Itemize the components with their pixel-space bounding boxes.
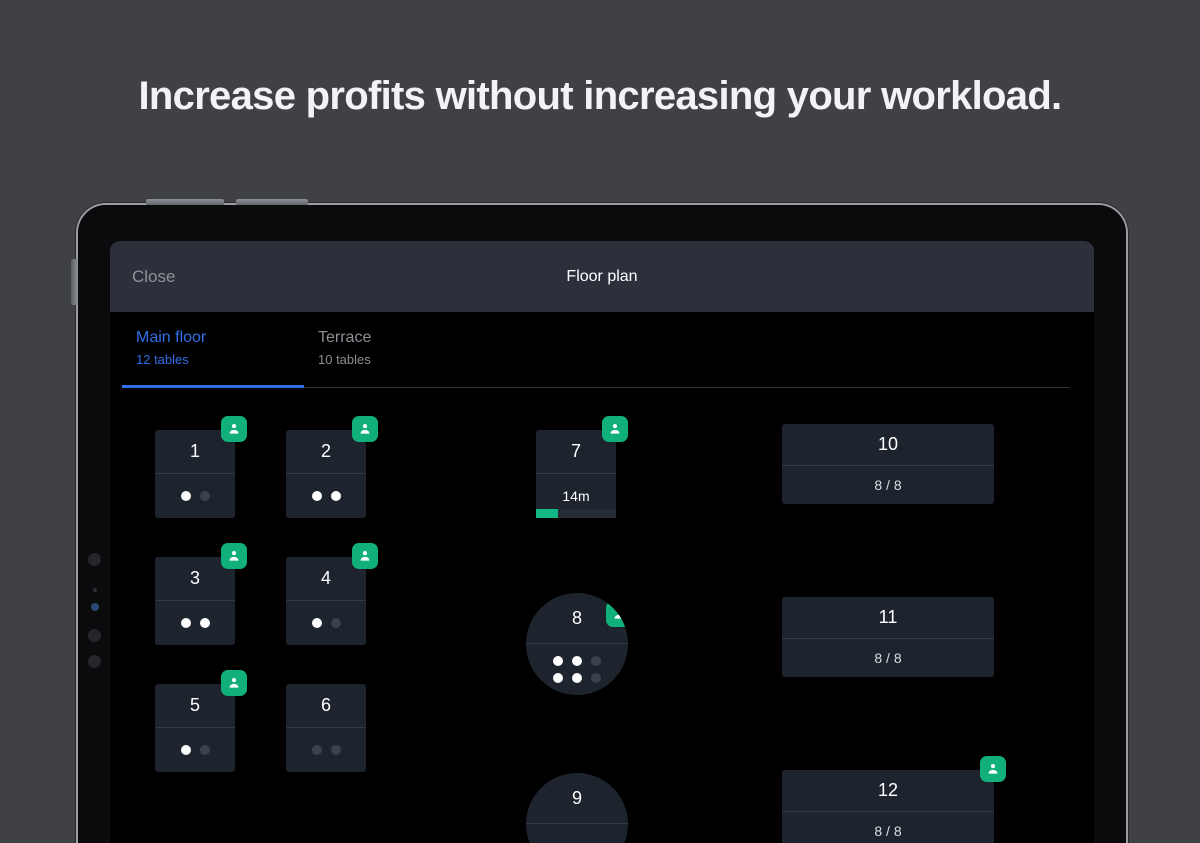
- tablet-bezel: Close Floor plan Main floor 12 tables Te…: [78, 205, 1126, 843]
- table-card-6[interactable]: 6: [286, 684, 366, 772]
- floor-tabs: Main floor 12 tables Terrace 10 tables: [110, 312, 1094, 388]
- tab-terrace-label: Terrace: [318, 329, 372, 346]
- table-status-4: [286, 601, 366, 645]
- table-card-5[interactable]: 5: [155, 670, 247, 772]
- person-icon: [358, 422, 372, 436]
- seat-dot: [330, 491, 341, 501]
- seat-dot: [199, 745, 210, 755]
- page-headline: Increase profits without increasing your…: [138, 74, 1063, 118]
- tablet-device: Close Floor plan Main floor 12 tables Te…: [71, 199, 1128, 843]
- table-status-5: [155, 728, 235, 772]
- table-status-1: [155, 474, 235, 518]
- table-number-11: 11: [782, 597, 994, 639]
- tab-main-floor[interactable]: Main floor 12 tables: [122, 312, 304, 388]
- person-icon: [608, 422, 622, 436]
- camera-secondary-icon: [88, 629, 101, 642]
- seat-dot: [591, 656, 601, 666]
- table-card-1[interactable]: 1: [155, 416, 247, 518]
- occupied-badge-4: [352, 543, 378, 569]
- seat-dot: [311, 618, 322, 628]
- table-card-7[interactable]: 7 14m: [536, 416, 628, 518]
- person-icon: [227, 676, 241, 690]
- person-icon: [358, 549, 372, 563]
- seat-dot: [311, 745, 322, 755]
- table-card-10[interactable]: 10 8 / 8: [782, 424, 994, 504]
- page-title: Floor plan: [566, 267, 638, 285]
- table-card-11[interactable]: 11 8 / 8: [782, 597, 994, 677]
- table-status-6: [286, 728, 366, 772]
- seat-dot: [199, 491, 210, 501]
- table-status-12: 8 / 8: [782, 812, 994, 843]
- seat-dot: [591, 673, 601, 683]
- table-status-10: 8 / 8: [782, 466, 994, 504]
- table-number-12: 12: [782, 770, 994, 812]
- table-status-9: [526, 824, 628, 843]
- seat-dot: [199, 618, 210, 628]
- seat-dot: [572, 673, 582, 683]
- occupied-badge-3: [221, 543, 247, 569]
- seat-dot: [180, 618, 191, 628]
- microphone-icon: [88, 655, 101, 668]
- person-icon: [986, 762, 1000, 776]
- occupied-badge-7: [602, 416, 628, 442]
- table-progress-bar-7: [536, 509, 616, 518]
- tab-terrace[interactable]: Terrace 10 tables: [304, 312, 486, 388]
- table-status-11: 8 / 8: [782, 639, 994, 677]
- seat-count-12: 8 / 8: [874, 823, 902, 839]
- seat-indicators-3: [180, 618, 210, 628]
- seat-indicators-8: [553, 656, 601, 683]
- sensor-icon: [93, 588, 97, 592]
- seat-dot: [330, 745, 341, 755]
- power-button[interactable]: [71, 259, 78, 305]
- table-card-9[interactable]: 9: [526, 773, 628, 843]
- table-status-3: [155, 601, 235, 645]
- person-icon: [227, 422, 241, 436]
- occupied-badge-8: [606, 601, 628, 627]
- camera-icon: [88, 553, 101, 566]
- tab-main-floor-count: 12 tables: [136, 352, 189, 367]
- table-number-9: 9: [526, 773, 628, 824]
- table-number-10: 10: [782, 424, 994, 466]
- table-timer-7: 14m: [562, 488, 590, 504]
- table-card-12[interactable]: 12 8 / 8: [782, 756, 1006, 843]
- tab-main-floor-label: Main floor: [136, 329, 207, 346]
- indicator-light-icon: [91, 603, 99, 611]
- seat-dot: [572, 656, 582, 666]
- app-header: Close Floor plan: [110, 241, 1094, 312]
- table-number-6: 6: [286, 684, 366, 728]
- seat-indicators-6: [311, 745, 341, 755]
- table-status-2: [286, 474, 366, 518]
- table-status-8: [526, 644, 628, 695]
- table-card-3[interactable]: 3: [155, 543, 247, 645]
- table-card-2[interactable]: 2: [286, 416, 378, 518]
- person-icon: [227, 549, 241, 563]
- person-icon: [612, 607, 626, 621]
- seat-dot: [553, 673, 563, 683]
- occupied-badge-12: [980, 756, 1006, 782]
- seat-dot: [330, 618, 341, 628]
- seat-dot: [311, 491, 322, 501]
- seat-dot: [180, 491, 191, 501]
- seat-count-11: 8 / 8: [874, 650, 902, 666]
- table-card-8[interactable]: 8: [526, 593, 628, 695]
- seat-dot: [553, 656, 563, 666]
- seat-indicators-1: [180, 491, 210, 501]
- seat-indicators-4: [311, 618, 341, 628]
- seat-indicators-2: [311, 491, 341, 501]
- occupied-badge-1: [221, 416, 247, 442]
- seat-count-10: 8 / 8: [874, 477, 902, 493]
- occupied-badge-5: [221, 670, 247, 696]
- table-card-4[interactable]: 4: [286, 543, 378, 645]
- seat-indicators-5: [180, 745, 210, 755]
- table-status-7: 14m: [536, 474, 616, 518]
- occupied-badge-2: [352, 416, 378, 442]
- tab-terrace-count: 10 tables: [318, 352, 371, 367]
- app-screen: Close Floor plan Main floor 12 tables Te…: [110, 241, 1094, 843]
- floor-plan-canvas[interactable]: 1 2 3 4 5 6 7 14m 8 9 10 8 / 8 11 8 / 8 12 8 / 8: [110, 388, 1094, 843]
- seat-dot: [180, 745, 191, 755]
